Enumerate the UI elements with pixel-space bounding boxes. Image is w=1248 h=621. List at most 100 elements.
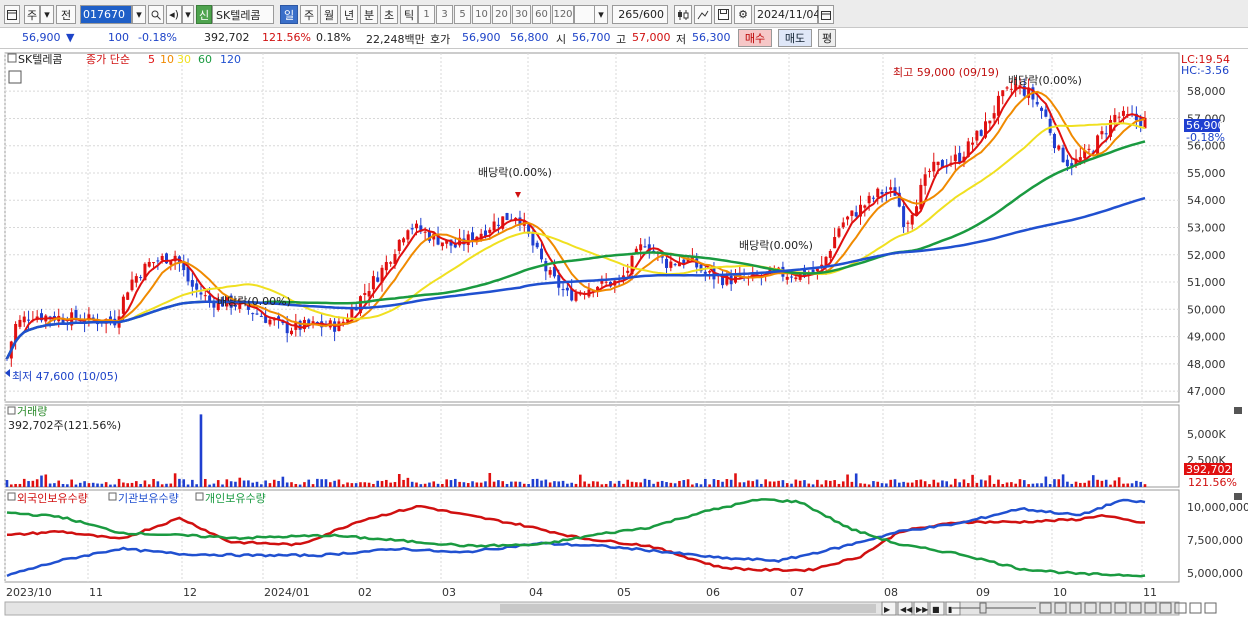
candle-body xyxy=(130,279,134,291)
period-button-4[interactable]: 분 xyxy=(360,5,378,24)
volume-bar xyxy=(794,479,798,487)
volume-bar xyxy=(531,479,535,487)
candle-body xyxy=(121,296,125,314)
sound-dropdown-icon[interactable]: ▾ xyxy=(182,5,194,24)
volume-bar xyxy=(984,480,987,487)
candle-body xyxy=(1104,133,1108,135)
code-dropdown-icon[interactable]: ▾ xyxy=(132,5,146,24)
volume-bar xyxy=(647,479,651,487)
bar-count: 265 xyxy=(618,8,640,21)
volume-bar xyxy=(152,478,155,487)
ma-period-5: 5 xyxy=(148,53,155,66)
bar-count-field[interactable]: 265/600 xyxy=(612,5,668,24)
calendar-icon[interactable] xyxy=(818,5,834,24)
period-button-0[interactable]: 일 xyxy=(280,5,298,24)
interval-button-20[interactable]: 20 xyxy=(492,5,511,24)
table-icon[interactable] xyxy=(8,70,22,84)
candle-body xyxy=(139,277,143,279)
volume-bar xyxy=(617,480,621,487)
evaluate-button[interactable]: 평 xyxy=(818,29,836,47)
volume-bar xyxy=(169,483,173,487)
period-button-3[interactable]: 년 xyxy=(340,5,358,24)
volume-bar xyxy=(475,482,479,487)
candle-body xyxy=(639,244,643,251)
volume-bar xyxy=(803,480,806,487)
interval-button-1[interactable]: 1 xyxy=(418,5,435,24)
volume-bar xyxy=(31,480,35,487)
volume-bar xyxy=(579,474,582,487)
period-button-1[interactable]: 주 xyxy=(300,5,318,24)
buy-button[interactable]: 매수 xyxy=(738,29,772,47)
trade-amount: 22,248백만 xyxy=(366,33,425,46)
interval-button-5[interactable]: 5 xyxy=(454,5,471,24)
prev-button[interactable]: 전 xyxy=(56,5,76,24)
interval-button-3[interactable]: 3 xyxy=(436,5,453,24)
gear-icon[interactable]: ⚙ xyxy=(734,5,752,24)
holding-close-icon[interactable] xyxy=(1234,493,1242,500)
sound-icon[interactable]: ◂) xyxy=(166,5,182,24)
volume-bar xyxy=(742,482,746,487)
candle-body xyxy=(634,248,638,253)
candle-body xyxy=(1087,148,1091,150)
dividend-label: 배당락(0.00%) xyxy=(478,166,552,179)
volume-bar xyxy=(544,479,548,487)
volume-bar xyxy=(669,482,673,487)
volume-bar xyxy=(695,483,698,487)
x-axis-label: 11 xyxy=(89,586,103,599)
volume-close-icon[interactable] xyxy=(1234,407,1242,414)
chart-area[interactable]: 58,00057,00056,00055,00054,00053,00052,0… xyxy=(0,49,1248,621)
period-button-6[interactable]: 틱 xyxy=(400,5,418,24)
volume-bar xyxy=(1126,483,1130,487)
holding-series-foreign: 외국인보유수량 xyxy=(17,492,88,505)
interval-button-10[interactable]: 10 xyxy=(472,5,491,24)
candle-body xyxy=(923,174,927,186)
sell-button[interactable]: 매도 xyxy=(778,29,812,47)
period-button-2[interactable]: 월 xyxy=(320,5,338,24)
period-type-select[interactable]: 주 xyxy=(24,5,40,24)
interval-button-120[interactable]: 120 xyxy=(552,5,574,24)
volume-bar xyxy=(643,478,647,487)
volume-bar xyxy=(1083,482,1086,487)
scrollbar-thumb[interactable] xyxy=(500,604,876,613)
line-tool-icon[interactable] xyxy=(694,5,712,24)
volume-bar xyxy=(479,482,483,487)
volume-bar xyxy=(510,481,513,487)
volume-bar xyxy=(1005,482,1009,487)
dividend-label: 배당락(0.00%) xyxy=(217,295,291,308)
current-price: 56,900 xyxy=(22,31,61,44)
volume-bar xyxy=(704,478,707,487)
zoom-slider-handle[interactable] xyxy=(979,602,987,614)
save-icon[interactable] xyxy=(714,5,732,24)
stock-code-input[interactable]: 017670 xyxy=(80,5,132,24)
search-icon[interactable] xyxy=(148,5,164,24)
candle-body xyxy=(268,319,272,325)
window-icon[interactable] xyxy=(4,5,20,24)
candle-icon[interactable] xyxy=(674,5,692,24)
blank-dropdown-icon[interactable]: ▾ xyxy=(594,5,608,24)
volume-bar xyxy=(320,479,323,487)
volume-bar xyxy=(393,482,397,487)
dividend-label: 배당락(0.00%) xyxy=(739,239,813,252)
volume-bar xyxy=(975,482,979,487)
interval-button-30[interactable]: 30 xyxy=(512,5,531,24)
volume-bar xyxy=(622,483,625,487)
candle-body xyxy=(415,223,419,229)
period-button-5[interactable]: 초 xyxy=(380,5,398,24)
volume-ratio: 121.56% xyxy=(262,31,311,44)
interval-button-60[interactable]: 60 xyxy=(532,5,551,24)
volume-bar xyxy=(682,480,686,487)
volume-bar xyxy=(143,480,147,487)
candle-body xyxy=(561,289,565,291)
candle-body xyxy=(134,276,138,283)
price-tick-label: 52,000 xyxy=(1187,249,1226,262)
period-type-dropdown-icon[interactable]: ▾ xyxy=(40,5,54,24)
volume-bar xyxy=(1035,483,1039,487)
volume-bar xyxy=(902,481,905,487)
volume-bar xyxy=(932,479,936,487)
price-tick-label: 51,000 xyxy=(1187,276,1226,289)
candle-body xyxy=(406,230,410,240)
volume-bar xyxy=(548,482,552,487)
volume-bar xyxy=(923,481,927,487)
candle-body xyxy=(290,330,293,335)
date-field[interactable]: 2024/11/04 xyxy=(754,5,820,24)
